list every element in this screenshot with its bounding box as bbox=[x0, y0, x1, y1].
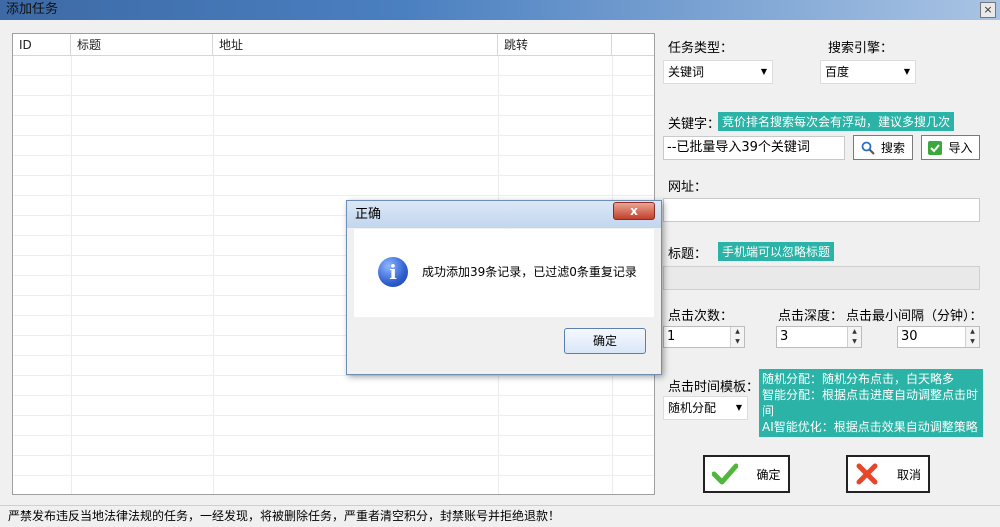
interval-value: 30 bbox=[901, 329, 918, 344]
time-template-select[interactable]: 随机分配 ▼ bbox=[663, 396, 748, 420]
table-row bbox=[13, 416, 654, 436]
column-header-url[interactable]: 地址 bbox=[213, 34, 498, 56]
search-engine-label: 搜索引擎： bbox=[828, 41, 894, 56]
table-row bbox=[13, 76, 654, 96]
table-row bbox=[13, 116, 654, 136]
dropdown-arrow-icon: ▼ bbox=[735, 403, 742, 412]
chevron-down-icon[interactable]: ▼ bbox=[966, 337, 979, 347]
cancel-button[interactable]: 取消 bbox=[846, 455, 930, 493]
success-dialog: 正确 x i 成功添加39条记录，已过滤0条重复记录 确定 bbox=[346, 200, 662, 375]
template-tip-line: AI智能优化：根据点击效果自动调整策略 bbox=[762, 420, 978, 434]
keyword-input[interactable]: --已批量导入39个关键词 bbox=[663, 136, 845, 160]
time-template-label: 点击时间模板： bbox=[668, 380, 760, 395]
table-row bbox=[13, 456, 654, 476]
chevron-up-icon[interactable]: ▲ bbox=[966, 327, 979, 337]
title-label: 标题： bbox=[668, 247, 708, 262]
table-header: ID 标题 地址 跳转 bbox=[13, 34, 654, 56]
magnifier-icon bbox=[861, 141, 875, 155]
interval-label: 点击最小间隔（分钟）： bbox=[846, 309, 983, 324]
table-row bbox=[13, 156, 654, 176]
search-button-label: 搜索 bbox=[880, 141, 905, 155]
interval-stepper[interactable]: 30 ▲ ▼ bbox=[897, 326, 980, 348]
stepper-arrows[interactable]: ▲ ▼ bbox=[730, 327, 744, 347]
url-label: 网址： bbox=[668, 180, 708, 195]
clicks-stepper[interactable]: 1 ▲ ▼ bbox=[663, 326, 745, 348]
column-header-id[interactable]: ID bbox=[13, 34, 71, 56]
depth-value: 3 bbox=[780, 329, 789, 344]
dropdown-arrow-icon: ▼ bbox=[760, 67, 767, 76]
chevron-down-icon[interactable]: ▼ bbox=[848, 337, 861, 347]
dialog-body: i 成功添加39条记录，已过滤0条重复记录 bbox=[354, 229, 654, 317]
confirm-button[interactable]: 确定 bbox=[703, 455, 790, 493]
chevron-up-icon[interactable]: ▲ bbox=[848, 327, 861, 337]
dropdown-arrow-icon: ▼ bbox=[903, 67, 910, 76]
depth-stepper[interactable]: 3 ▲ ▼ bbox=[776, 326, 862, 348]
dialog-close-button[interactable]: x bbox=[613, 202, 655, 220]
table-row bbox=[13, 96, 654, 116]
clicks-label: 点击次数： bbox=[668, 309, 734, 324]
task-type-label: 任务类型： bbox=[668, 41, 734, 56]
confirm-button-label: 确定 bbox=[756, 467, 781, 482]
add-task-window: 添加任务 × ID 标题 地址 跳转 任务类型： 搜索引擎： 关键词 ▼ 百度 … bbox=[0, 0, 1000, 527]
task-type-value: 关键词 bbox=[668, 65, 705, 79]
keyword-label: 关键字： bbox=[668, 117, 721, 132]
red-x-icon bbox=[856, 463, 878, 485]
title-bar: 添加任务 × bbox=[0, 0, 1000, 20]
title-tip: 手机端可以忽略标题 bbox=[718, 242, 835, 261]
clicks-value: 1 bbox=[667, 329, 676, 344]
window-close-button[interactable]: × bbox=[980, 2, 996, 18]
status-bar: 严禁发布违反当地法律法规的任务，一经发现，将被删除任务，严重者清空积分，封禁账号… bbox=[0, 505, 1000, 527]
chevron-down-icon[interactable]: ▼ bbox=[731, 337, 744, 347]
dialog-ok-button[interactable]: 确定 bbox=[564, 328, 646, 354]
template-tip-line: 随机分配：随机分布点击，白天略多 bbox=[762, 372, 955, 386]
time-template-value: 随机分配 bbox=[668, 401, 717, 415]
search-button[interactable]: 搜索 bbox=[853, 135, 913, 160]
column-header-title[interactable]: 标题 bbox=[71, 34, 213, 56]
table-row bbox=[13, 436, 654, 456]
search-engine-select[interactable]: 百度 ▼ bbox=[820, 60, 916, 84]
table-row bbox=[13, 176, 654, 196]
import-button-label: 导入 bbox=[948, 141, 973, 155]
info-icon: i bbox=[378, 257, 408, 287]
window-title: 添加任务 bbox=[6, 2, 59, 17]
green-check-icon bbox=[712, 463, 739, 485]
import-button[interactable]: 导入 bbox=[921, 135, 980, 160]
dialog-message: 成功添加39条记录，已过滤0条重复记录 bbox=[422, 265, 637, 279]
cancel-button-label: 取消 bbox=[896, 467, 921, 482]
depth-label: 点击深度： bbox=[778, 309, 844, 324]
stepper-arrows[interactable]: ▲ ▼ bbox=[847, 327, 861, 347]
time-template-tips: 随机分配：随机分布点击，白天略多 智能分配：根据点击进度自动调整点击时间 AI智… bbox=[759, 369, 983, 437]
table-row bbox=[13, 396, 654, 416]
template-tip-line: 智能分配：根据点击进度自动调整点击时间 bbox=[762, 388, 979, 418]
keyword-tip: 竞价排名搜索每次会有浮动，建议多搜几次 bbox=[718, 112, 955, 131]
task-type-select[interactable]: 关键词 ▼ bbox=[663, 60, 773, 84]
check-icon bbox=[928, 140, 943, 155]
title-input[interactable] bbox=[663, 266, 980, 290]
stepper-arrows[interactable]: ▲ ▼ bbox=[965, 327, 979, 347]
chevron-up-icon[interactable]: ▲ bbox=[731, 327, 744, 337]
search-engine-value: 百度 bbox=[825, 65, 850, 79]
url-input[interactable] bbox=[663, 198, 980, 222]
table-row bbox=[13, 376, 654, 396]
table-row bbox=[13, 136, 654, 156]
column-header-redirect[interactable]: 跳转 bbox=[498, 34, 612, 56]
table-row bbox=[13, 56, 654, 76]
